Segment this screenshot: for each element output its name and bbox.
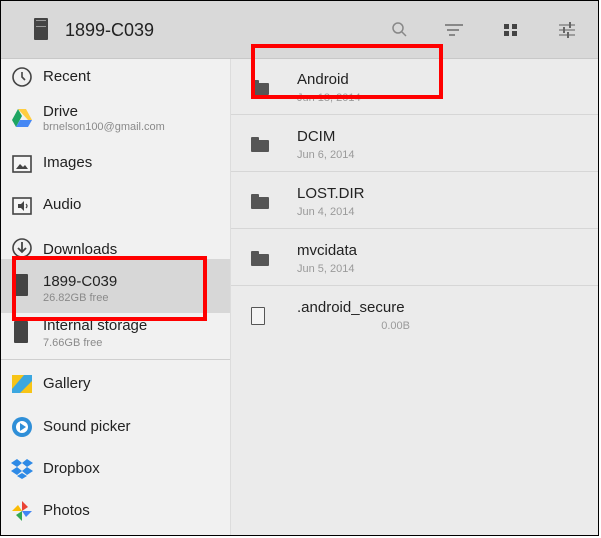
- sound-picker-icon: [10, 415, 34, 439]
- sidebar-item-photos[interactable]: Photos: [1, 491, 230, 531]
- folder-icon: [251, 194, 269, 209]
- sidebar-divider: [1, 359, 230, 360]
- sd-card-icon: [34, 18, 48, 40]
- sidebar-item-label: Gallery: [43, 375, 91, 392]
- sidebar-item-recent[interactable]: Recent: [1, 59, 230, 97]
- file-row-dcim[interactable]: DCIM Jun 6, 2014: [231, 116, 598, 172]
- dropbox-icon: [10, 457, 34, 481]
- sidebar-item-label: Images: [43, 154, 93, 171]
- clock-icon: [10, 65, 34, 89]
- folder-icon: [251, 137, 269, 152]
- file-name: mvcidata: [297, 242, 358, 259]
- page-title: 1899-C039: [65, 20, 155, 40]
- file-size: 0.00B: [381, 320, 410, 332]
- sidebar-item-audio[interactable]: Audio: [1, 185, 230, 225]
- file-picker-window: 1899-C039 Recent Drive brnelson100@gmail: [0, 0, 599, 536]
- file-row-android-secure[interactable]: .android_secure 0.00B: [231, 287, 598, 343]
- file-date: Jun 5, 2014: [297, 263, 355, 275]
- highlight-box-sd-card: [12, 256, 207, 321]
- sort-icon[interactable]: [442, 19, 466, 41]
- sidebar-item-gallery[interactable]: Gallery: [1, 364, 230, 404]
- sidebar-item-account: brnelson100@gmail.com: [43, 121, 165, 133]
- highlight-box-android: [251, 44, 443, 99]
- sidebar-item-label: Recent: [43, 68, 91, 85]
- settings-sliders-icon[interactable]: [555, 19, 579, 41]
- image-icon: [10, 152, 34, 176]
- file-name: DCIM: [297, 128, 336, 145]
- file-date: Jun 6, 2014: [297, 149, 355, 161]
- sidebar-item-free-space: 7.66GB free: [43, 337, 103, 349]
- file-list: Android Jun 18, 2014 DCIM Jun 6, 2014 LO…: [231, 59, 598, 535]
- sidebar-item-label: Drive: [43, 103, 79, 120]
- file-row-mvcidata[interactable]: mvcidata Jun 5, 2014: [231, 230, 598, 286]
- sidebar-item-label: Photos: [43, 502, 90, 519]
- file-name: LOST.DIR: [297, 185, 365, 202]
- file-row-lost-dir[interactable]: LOST.DIR Jun 4, 2014: [231, 173, 598, 229]
- photos-pinwheel-icon: [10, 499, 34, 523]
- sidebar-item-downloads[interactable]: Downloads: [1, 229, 230, 259]
- sidebar-item-drive[interactable]: Drive brnelson100@gmail.com: [1, 97, 230, 139]
- sidebar-item-label: Dropbox: [43, 460, 100, 477]
- storage-icon: [14, 321, 28, 343]
- folder-icon: [251, 251, 269, 266]
- search-icon[interactable]: [388, 19, 412, 41]
- sidebar-item-label: Sound picker: [43, 418, 131, 435]
- file-date: Jun 4, 2014: [297, 206, 355, 218]
- sidebar-item-images[interactable]: Images: [1, 143, 230, 183]
- gallery-icon: [10, 372, 34, 396]
- file-icon: [251, 307, 265, 325]
- audio-icon: [10, 194, 34, 218]
- grid-view-icon[interactable]: [499, 19, 523, 41]
- sidebar-item-label: Audio: [43, 196, 82, 213]
- sidebar-item-sound-picker[interactable]: Sound picker: [1, 407, 230, 447]
- file-name: .android_secure: [297, 299, 405, 316]
- sidebar-item-dropbox[interactable]: Dropbox: [1, 449, 230, 489]
- google-drive-icon: [10, 106, 34, 130]
